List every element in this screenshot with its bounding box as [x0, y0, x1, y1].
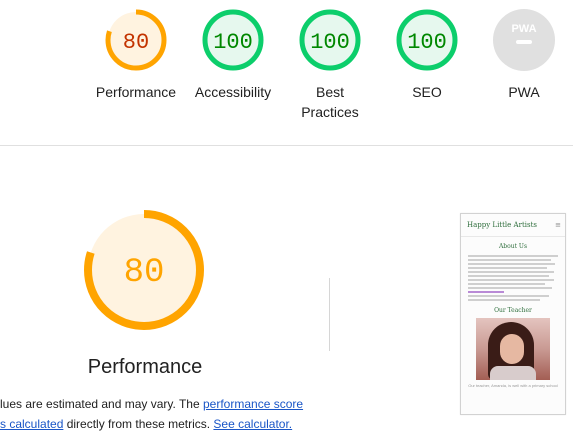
seo-label: SEO — [412, 84, 442, 100]
main-gauge-score: 80 — [124, 254, 165, 292]
description-line-2: s calculated directly from these metrics… — [0, 414, 292, 434]
text-line — [468, 259, 551, 261]
accessibility-gauge-ring: 100 — [202, 9, 264, 71]
performance-gauge-ring: 80 — [105, 9, 167, 71]
hamburger-menu-icon: ≡ — [555, 221, 561, 229]
performance-main-gauge: 80 — [84, 210, 204, 330]
thumbnail-site-title: Happy Little Artists — [467, 221, 537, 229]
text-line — [468, 299, 540, 301]
thumbnail-header: Happy Little Artists ≡ — [461, 214, 565, 237]
text-line-link — [468, 291, 504, 293]
text-line — [468, 263, 556, 265]
pwa-badge-text: PWA — [511, 23, 536, 35]
pwa-label: PWA — [508, 84, 540, 100]
thumbnail-about-text — [461, 250, 565, 301]
text-line — [468, 267, 548, 269]
text-line — [468, 283, 545, 285]
best-practices-label-line1: Best — [315, 84, 344, 100]
thumbnail-about-heading: About Us — [498, 243, 528, 250]
thumbnail-teacher-heading: Our Teacher — [494, 307, 532, 314]
photo-face — [500, 334, 524, 364]
performance-score: 80 — [123, 30, 149, 55]
see-calculator-link[interactable]: See calculator. — [213, 417, 292, 431]
section-divider — [0, 145, 573, 146]
text-line — [468, 295, 549, 297]
text-line — [468, 271, 554, 273]
pwa-badge-dash — [516, 40, 532, 44]
best-practices-gauge-ring: 100 — [299, 9, 361, 71]
text-line — [468, 255, 558, 257]
thumbnail-caption: Our teacher, Amanda, is well with a prim… — [468, 383, 558, 388]
gauge-accessibility[interactable]: 100 Accessibility — [183, 8, 283, 102]
seo-score: 100 — [407, 30, 447, 55]
best-practices-score: 100 — [310, 30, 350, 55]
pwa-badge-icon: PWA — [493, 9, 555, 71]
page-screenshot-thumbnail[interactable]: Happy Little Artists ≡ About Us Our Teac… — [460, 213, 566, 415]
teacher-photo — [476, 318, 550, 380]
accessibility-label: Accessibility — [194, 84, 272, 100]
description-text-1: lues are estimated and may vary. The — [0, 397, 203, 411]
best-practices-label-line2: Practices — [301, 104, 359, 120]
category-gauges: 80 Performance 100 Accessibility 100 Bes… — [0, 0, 573, 140]
description-line-1: lues are estimated and may vary. The per… — [0, 394, 303, 414]
performance-label: Performance — [95, 84, 177, 100]
description-text-2: directly from these metrics. — [63, 417, 214, 431]
gauge-seo[interactable]: 100 SEO — [377, 8, 477, 102]
performance-score-link[interactable]: performance score — [203, 397, 303, 411]
vertical-divider — [329, 278, 330, 351]
text-line — [468, 275, 549, 277]
is-calculated-link[interactable]: s calculated — [0, 417, 63, 431]
seo-gauge-ring: 100 — [396, 9, 458, 71]
gauge-performance[interactable]: 80 Performance — [86, 8, 186, 102]
text-line — [468, 279, 555, 281]
gauge-pwa[interactable]: PWA PWA — [474, 8, 573, 102]
accessibility-score: 100 — [213, 30, 253, 55]
photo-shirt — [490, 366, 536, 380]
performance-title: Performance — [87, 356, 203, 378]
gauge-best-practices[interactable]: 100 Best Practices — [280, 8, 380, 122]
text-line — [468, 287, 552, 289]
best-practices-label: Best Practices — [280, 82, 380, 122]
